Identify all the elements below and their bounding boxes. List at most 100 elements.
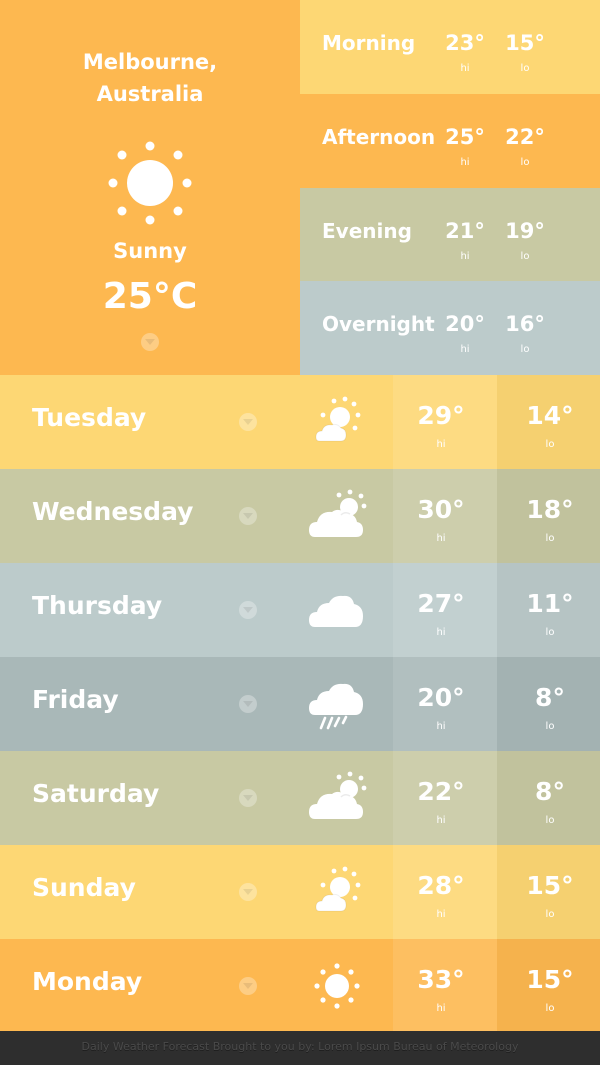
expand-day-button[interactable] (239, 695, 257, 713)
low-label: lo (520, 250, 530, 262)
partly-sunny-icon (315, 396, 361, 442)
period-low-temp: 16° (505, 312, 545, 337)
low-temp-cell: 8° lo (497, 657, 600, 751)
expand-day-button[interactable] (239, 601, 257, 619)
current-temperature: 25°C (102, 276, 198, 317)
period-row-evening: Evening 21° 19° hi lo (300, 187, 600, 282)
high-label: hi (436, 627, 446, 638)
day-row-monday[interactable]: Monday 33° hi 15° lo (0, 939, 600, 1033)
day-row-saturday[interactable]: Saturday 22° hi 8° lo (0, 751, 600, 845)
day-low-temp: 8° (535, 777, 565, 806)
expand-day-button[interactable] (239, 413, 257, 431)
partly-cloudy-icon (309, 489, 367, 537)
current-weather-section: Melbourne, Australia Sunny 25°C Morning 2… (0, 0, 600, 376)
period-label: Afternoon (322, 124, 436, 149)
day-low-temp: 15° (526, 871, 574, 900)
sun-icon (314, 963, 360, 1009)
low-label: lo (545, 439, 555, 450)
period-row-overnight: Overnight 20° 16° hi lo (300, 281, 600, 376)
location-name: Melbourne, Australia (0, 46, 300, 110)
high-label: hi (460, 250, 470, 262)
chevron-down-icon (243, 889, 253, 895)
high-temp-cell: 22° hi (393, 751, 497, 845)
day-periods: Morning 23° 15° hi lo Afternoon 25° 22° hi lo Even… (300, 0, 600, 376)
expand-day-button[interactable] (239, 883, 257, 901)
footer-credit: Daily Weather Forecast Brought to you by… (81, 1040, 519, 1053)
high-temp-cell: 29° hi (393, 375, 497, 469)
country-line: Australia (96, 82, 204, 106)
high-label: hi (436, 533, 446, 544)
high-label: hi (436, 439, 446, 450)
low-label: lo (545, 1003, 555, 1014)
period-row-morning: Morning 23° 15° hi lo (300, 0, 600, 94)
day-low-temp: 8° (535, 683, 565, 712)
period-low-temp: 22° (505, 124, 545, 149)
high-label: hi (436, 721, 446, 732)
rain-icon (309, 683, 363, 730)
low-label: lo (520, 344, 530, 356)
period-label: Overnight (322, 312, 435, 337)
low-temp-cell: 15° lo (497, 845, 600, 939)
high-label: hi (460, 156, 470, 168)
day-high-temp: 30° (417, 495, 465, 524)
high-label: hi (436, 1003, 446, 1014)
day-name: Saturday (32, 779, 160, 808)
day-row-sunday[interactable]: Sunday 28° hi 15° lo (0, 845, 600, 939)
low-temp-cell: 18° lo (497, 469, 600, 563)
high-label: hi (436, 815, 446, 826)
low-label: lo (545, 721, 555, 732)
low-temp-cell: 11° lo (497, 563, 600, 657)
day-name: Sunday (32, 873, 136, 902)
period-low-temp: 19° (505, 218, 545, 243)
low-temp-cell: 8° lo (497, 751, 600, 845)
day-high-temp: 20° (417, 683, 465, 712)
day-name: Thursday (32, 591, 163, 620)
expand-day-button[interactable] (239, 977, 257, 995)
footer: Daily Weather Forecast Brought to you by… (0, 1031, 600, 1065)
high-temp-cell: 27° hi (393, 563, 497, 657)
day-row-friday[interactable]: Friday 20° hi 8° lo (0, 657, 600, 751)
day-name: Wednesday (32, 497, 194, 526)
day-row-wednesday[interactable]: Wednesday 30° hi 18° lo (0, 469, 600, 563)
day-high-temp: 28° (417, 871, 465, 900)
high-temp-cell: 20° hi (393, 657, 497, 751)
expand-details-button[interactable] (141, 333, 159, 351)
chevron-down-icon (243, 513, 253, 519)
high-label: hi (436, 909, 446, 920)
low-label: lo (545, 909, 555, 920)
low-label: lo (545, 533, 555, 544)
day-low-temp: 11° (526, 589, 574, 618)
chevron-down-icon (243, 419, 253, 425)
day-row-thursday[interactable]: Thursday 27° hi 11° lo (0, 563, 600, 657)
day-name: Monday (32, 967, 143, 996)
day-high-temp: 33° (417, 965, 465, 994)
cloud-icon (309, 595, 363, 627)
low-label: lo (545, 627, 555, 638)
day-high-temp: 22° (417, 777, 465, 806)
chevron-down-icon (243, 795, 253, 801)
period-label: Morning (322, 31, 416, 55)
expand-day-button[interactable] (239, 507, 257, 525)
high-temp-cell: 30° hi (393, 469, 497, 563)
period-high-temp: 21° (445, 218, 485, 243)
period-high-temp: 20° (445, 312, 485, 337)
day-name: Tuesday (32, 403, 147, 432)
partly-cloudy-icon (309, 771, 367, 819)
day-name: Friday (32, 685, 119, 714)
expand-day-button[interactable] (239, 789, 257, 807)
high-label: hi (460, 344, 470, 356)
period-label: Evening (322, 218, 412, 243)
period-high-temp: 25° (445, 124, 485, 149)
period-low-temp: 15° (505, 31, 545, 55)
day-low-temp: 14° (526, 401, 574, 430)
city-line: Melbourne, (82, 50, 218, 74)
high-temp-cell: 33° hi (393, 939, 497, 1033)
day-low-temp: 18° (526, 495, 574, 524)
day-high-temp: 29° (417, 401, 465, 430)
day-row-tuesday[interactable]: Tuesday 29° hi 14° lo (0, 375, 600, 469)
partly-sunny-icon (315, 866, 361, 912)
period-high-temp: 23° (445, 31, 485, 55)
low-label: lo (545, 815, 555, 826)
chevron-down-icon (243, 983, 253, 989)
low-label: lo (520, 63, 530, 74)
